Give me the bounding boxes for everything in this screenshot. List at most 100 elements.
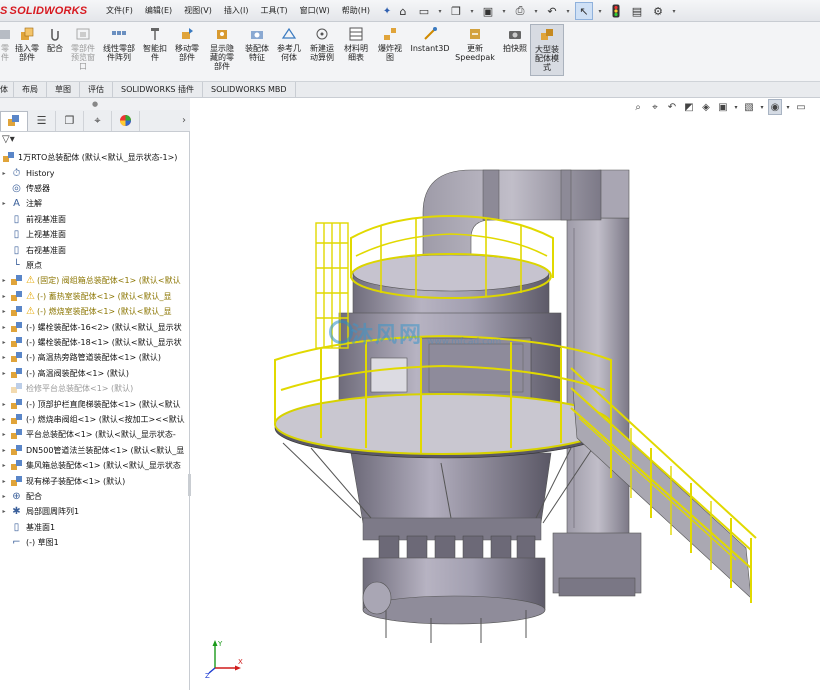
expand-arrow-icon[interactable]: ▸ <box>0 416 8 423</box>
panel-drag-handle[interactable]: ● <box>0 98 190 110</box>
ribbon-button-part[interactable]: 零 件 <box>0 26 12 62</box>
tree-item[interactable]: ▸ ⏱ History <box>0 165 190 180</box>
expand-arrow-icon[interactable]: ▸ <box>0 277 8 284</box>
tree-item[interactable]: ▸ 平台总装配体<1> (默认<默认_显示状态- <box>0 427 190 442</box>
chevron-down-icon[interactable]: ▾ <box>564 2 572 20</box>
ribbon-button-new-motion-study[interactable]: 新建运 动算例 <box>306 26 338 62</box>
expand-arrow-icon[interactable]: ▸ <box>0 354 8 361</box>
tree-item[interactable]: ▸ 现有梯子装配体<1> (默认) <box>0 473 190 488</box>
tree-item[interactable]: ▯ 前视基准面 <box>0 212 190 227</box>
chevron-down-icon[interactable]: ▾ <box>500 2 508 20</box>
chevron-down-icon[interactable]: ▾ <box>436 2 444 20</box>
feature-tree-tab-icon[interactable] <box>0 110 28 131</box>
tree-item[interactable]: ▸ (-) 顶部护栏直爬梯装配体<1> (默认<默认 <box>0 396 190 411</box>
property-manager-tab-icon[interactable]: ☰ <box>28 110 56 131</box>
tree-item[interactable]: ▸ ⊕ 配合 <box>0 489 190 504</box>
tree-item[interactable]: ▸ ✱ 局部圆周阵列1 <box>0 504 190 519</box>
tab-evaluate[interactable]: 评估 <box>80 82 113 98</box>
expand-arrow-icon[interactable]: ▸ <box>0 478 8 485</box>
expand-arrow-icon[interactable]: ▸ <box>0 431 8 438</box>
chevron-right-icon[interactable]: › <box>182 115 186 126</box>
expand-arrow-icon[interactable]: ▸ <box>0 401 8 408</box>
tree-item[interactable]: ⌐ (-) 草图1 <box>0 535 190 550</box>
open-folder-icon[interactable]: ❐ <box>447 2 465 20</box>
tree-item[interactable]: ▸ (-) 螺栓装配体-16<2> (默认<默认_显示状 <box>0 319 190 334</box>
expand-arrow-icon[interactable]: ▸ <box>0 293 8 300</box>
ribbon-button-component-preview[interactable]: 零部件 预览窗 口 <box>68 26 98 71</box>
menu-window[interactable]: 窗口(W) <box>294 0 336 22</box>
tree-item[interactable]: └ 原点 <box>0 258 190 273</box>
menu-tools[interactable]: 工具(T) <box>254 0 293 22</box>
menu-edit[interactable]: 编辑(E) <box>139 0 178 22</box>
chevron-down-icon[interactable]: ▾ <box>468 2 476 20</box>
expand-arrow-icon[interactable]: ▸ <box>0 324 8 331</box>
tab-solidworks-mbd[interactable]: SOLIDWORKS MBD <box>203 82 296 98</box>
ribbon-button-bill-of-materials[interactable]: 材料明 细表 <box>340 26 372 62</box>
tab-assembly[interactable]: 体 <box>0 82 14 98</box>
tab-sketch[interactable]: 草图 <box>47 82 80 98</box>
options-gear-icon[interactable]: ⚙ <box>649 2 667 20</box>
expand-arrow-icon[interactable]: ▸ <box>0 447 8 454</box>
tree-item[interactable]: ▸ 集风箱总装配体<1> (默认<默认_显示状态 <box>0 458 190 473</box>
display-manager-tab-icon[interactable] <box>112 110 140 131</box>
tree-item[interactable]: ▸ (-) 高温阀装配体<1> (默认) <box>0 366 190 381</box>
select-pointer-icon[interactable]: ↖ <box>575 2 593 20</box>
expand-arrow-icon[interactable]: ▸ <box>0 370 8 377</box>
tree-item[interactable]: ▸ ⚠ (固定) 阀组箱总装配体<1> (默认<默认 <box>0 273 190 288</box>
tree-item[interactable]: ◎ 传感器 <box>0 181 190 196</box>
graphics-viewport[interactable]: ⌕ ⌖ ↶ ◩ ◈ ▣ ▾ ▧ ▾ ◉ ▾ ▭ 沐风网 www.mfcad.co… <box>191 98 820 690</box>
chevron-down-icon[interactable]: ▾ <box>532 2 540 20</box>
expand-arrow-icon[interactable]: ▸ <box>0 170 8 177</box>
expand-arrow-icon[interactable]: ▸ <box>0 508 8 515</box>
tree-item[interactable]: ▯ 右视基准面 <box>0 242 190 257</box>
expand-arrow-icon[interactable]: ▸ <box>0 200 8 207</box>
save-icon[interactable]: ▣ <box>479 2 497 20</box>
print-icon[interactable]: ⎙ <box>511 2 529 20</box>
rto-assembly-model[interactable] <box>191 98 820 690</box>
tree-item[interactable]: ▸ (-) 燃烧串阀组<1> (默认<按加工><<默认 <box>0 412 190 427</box>
tree-item[interactable]: ▯ 基准面1 <box>0 520 190 535</box>
ribbon-button-show-hidden-components[interactable]: 显示隐 藏的零 部件 <box>206 26 238 71</box>
ribbon-button-large-assembly-mode[interactable]: 大型装 配体模 式 <box>530 24 564 76</box>
tree-item[interactable]: ▯ 上视基准面 <box>0 227 190 242</box>
ribbon-button-exploded-view[interactable]: 爆炸视 图 <box>374 26 406 62</box>
ribbon-button-assembly-features[interactable]: 装配体 特征 <box>242 26 272 62</box>
ribbon-button-update-speedpak[interactable]: 更新 Speedpak <box>455 26 495 62</box>
home-icon[interactable]: ⌂ <box>394 2 412 20</box>
ribbon-button-smart-fasteners[interactable]: 智能扣 件 <box>140 26 170 62</box>
tree-item[interactable]: ▸ (-) 螺栓装配体-18<1> (默认<默认_显示状 <box>0 335 190 350</box>
ribbon-button-mate[interactable]: 配合 <box>44 26 66 53</box>
ribbon-button-instant3d[interactable]: Instant3D <box>410 26 450 53</box>
tree-item[interactable]: ▸ (-) 高温热旁路管道装配体<1> (默认) <box>0 350 190 365</box>
tree-root-assembly[interactable]: 1万RTO总装配体 (默认<默认_显示状态-1>) <box>0 150 190 165</box>
ribbon-button-move-component[interactable]: 移动零 部件 <box>172 26 202 62</box>
tab-layout[interactable]: 布局 <box>14 82 47 98</box>
tab-solidworks-addins[interactable]: SOLIDWORKS 插件 <box>113 82 203 98</box>
chevron-down-icon[interactable]: ▾ <box>596 2 604 20</box>
tree-item[interactable]: ▸ A 注解 <box>0 196 190 211</box>
undo-icon[interactable]: ↶ <box>543 2 561 20</box>
ribbon-button-reference-geometry[interactable]: 参考几 何体 <box>274 26 304 62</box>
expand-arrow-icon[interactable]: ▸ <box>0 339 8 346</box>
tree-item[interactable]: 检修平台总装配体<1> (默认) <box>0 381 190 396</box>
new-document-icon[interactable]: ▭ <box>415 2 433 20</box>
filter-funnel-icon[interactable]: ▽▾ <box>2 134 15 148</box>
dimxpert-tab-icon[interactable]: ⌖ <box>84 110 112 131</box>
menu-help[interactable]: 帮助(H) <box>336 0 376 22</box>
menu-insert[interactable]: 插入(I) <box>218 0 255 22</box>
ribbon-button-take-snapshot[interactable]: 拍快照 <box>500 26 530 53</box>
solidworks-logo[interactable]: S SOLIDWORKS <box>0 3 87 19</box>
tree-item[interactable]: ▸ ⚠ (-) 蓄热室装配体<1> (默认<默认_显 <box>0 289 190 304</box>
expand-arrow-icon[interactable]: ▸ <box>0 493 8 500</box>
expand-arrow-icon[interactable]: ▸ <box>0 308 8 315</box>
configuration-manager-tab-icon[interactable]: ❐ <box>56 110 84 131</box>
menu-view[interactable]: 视图(V) <box>178 0 218 22</box>
rebuild-traffic-light-icon[interactable] <box>607 2 625 20</box>
ribbon-button-insert-component[interactable]: 插入零 部件 <box>12 26 42 62</box>
ribbon-button-linear-pattern[interactable]: 线性零部 件阵列 <box>100 26 138 62</box>
chevron-down-icon[interactable]: ▾ <box>670 2 678 20</box>
file-properties-icon[interactable]: ▤ <box>628 2 646 20</box>
expand-arrow-icon[interactable]: ▸ <box>0 462 8 469</box>
tree-item[interactable]: ▸ DN500管道法兰装配体<1> (默认<默认_显 <box>0 443 190 458</box>
menu-file[interactable]: 文件(F) <box>100 0 139 22</box>
